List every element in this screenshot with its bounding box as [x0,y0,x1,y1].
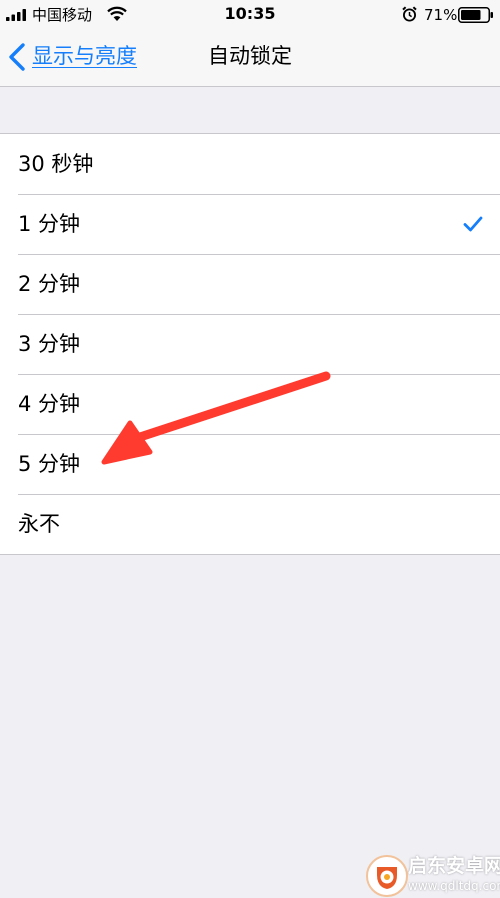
watermark-logo-icon [366,855,408,897]
battery-percentage: 71% [424,6,458,24]
option-row-2-minutes[interactable]: 2 分钟 [0,254,500,314]
option-label: 3 分钟 [18,332,81,356]
option-label: 1 分钟 [18,212,81,236]
navigation-bar: 显示与亮度 自动锁定 [0,30,500,87]
option-label: 4 分钟 [18,392,81,416]
checkmark-icon [463,216,483,232]
status-bar: 中国移动 10:35 71% [0,0,500,30]
option-row-30-seconds[interactable]: 30 秒钟 [0,134,500,194]
page-title: 自动锁定 [208,44,292,68]
watermark-url: www.qdltdq.com [408,879,500,893]
alarm-clock-icon [402,6,417,22]
option-row-5-minutes[interactable]: 5 分钟 [0,434,500,494]
watermark-brand: 启东安卓网 [408,855,500,877]
auto-lock-options-list: 30 秒钟 1 分钟 2 分钟 3 分钟 4 分钟 5 分钟 永不 [0,133,500,555]
option-row-3-minutes[interactable]: 3 分钟 [0,314,500,374]
option-label: 30 秒钟 [18,152,94,176]
battery-icon [458,7,493,23]
option-row-never[interactable]: 永不 [0,494,500,554]
option-row-1-minute[interactable]: 1 分钟 [0,194,500,254]
option-row-4-minutes[interactable]: 4 分钟 [0,374,500,434]
option-label: 5 分钟 [18,452,81,476]
option-label: 2 分钟 [18,272,81,296]
option-label: 永不 [18,512,60,536]
